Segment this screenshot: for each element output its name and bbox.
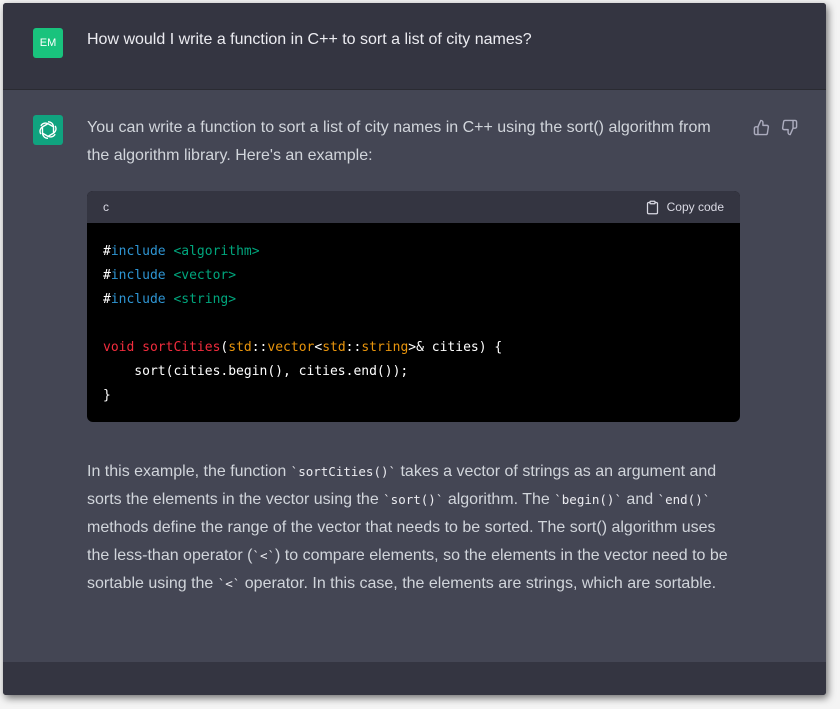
code-line: } <box>103 384 724 408</box>
explanation-text: In this example, the function <box>87 463 291 480</box>
openai-logo-icon <box>39 121 57 139</box>
code-token: :: <box>251 340 268 355</box>
explanation-text: algorithm. The <box>443 491 555 508</box>
inline-code: `<` <box>252 548 275 563</box>
thumbs-down-icon <box>781 119 797 135</box>
bottom-bar <box>3 662 826 695</box>
inline-code: `<` <box>217 576 241 591</box>
code-line: #include <vector> <box>103 264 724 288</box>
code-token: < <box>314 340 323 355</box>
explanation-text: operator. In this case, the elements are… <box>240 575 717 592</box>
inline-code: `begin()` <box>554 492 622 507</box>
code-line: #include <string> <box>103 288 724 312</box>
code-token: string <box>361 340 409 355</box>
code-token: # <box>103 268 111 283</box>
code-line: #include <algorithm> <box>103 240 724 264</box>
code-token: <vector> <box>165 268 237 283</box>
code-language-label: c <box>103 200 109 214</box>
copy-code-label: Copy code <box>666 200 724 214</box>
code-block: c Copy code #include <algorithm> #include… <box>87 191 740 422</box>
thumbs-up-icon <box>753 119 769 135</box>
code-token: include <box>110 292 166 307</box>
assistant-explanation: In this example, the function `sortCitie… <box>87 458 737 598</box>
code-token: vector <box>267 340 315 355</box>
code-token: include <box>110 244 166 259</box>
code-token: void <box>103 340 135 355</box>
clipboard-icon <box>646 200 658 214</box>
code-body: #include <algorithm> #include <vector> #in… <box>87 223 740 408</box>
chat-window: EM How would I write a function in C++ t… <box>3 3 826 695</box>
code-line: sort(cities.begin(), cities.end()); <box>103 360 724 384</box>
code-token: >& cities) { <box>408 340 503 355</box>
thumbs-down-button[interactable] <box>780 118 798 136</box>
copy-code-button[interactable]: Copy code <box>645 200 724 215</box>
code-token: include <box>110 268 166 283</box>
code-token: :: <box>345 340 362 355</box>
code-token: } <box>103 388 111 403</box>
assistant-avatar <box>33 115 63 145</box>
user-message-row: EM How would I write a function in C++ t… <box>3 3 826 90</box>
thumbs-up-button[interactable] <box>752 118 770 136</box>
user-question: How would I write a function in C++ to s… <box>87 31 532 48</box>
code-token: <algorithm> <box>165 244 260 259</box>
code-token: sort(cities.begin(), cities.end()); <box>103 364 409 379</box>
explanation-text: and <box>621 491 658 508</box>
assistant-message-row: You can write a function to sort a list … <box>3 90 826 662</box>
inline-code: `end()` <box>657 492 711 507</box>
code-token: sortCities <box>142 340 221 355</box>
code-token: # <box>103 292 111 307</box>
code-token: # <box>103 244 111 259</box>
assistant-intro: You can write a function to sort a list … <box>87 119 711 164</box>
code-token: <string> <box>165 292 237 307</box>
code-token: std <box>228 340 252 355</box>
code-line: void sortCities(std::vector<std::string>… <box>103 336 724 360</box>
inline-code: `sort()` <box>383 492 444 507</box>
inline-code: `sortCities()` <box>290 464 397 479</box>
code-block-header: c Copy code <box>87 191 740 223</box>
user-avatar: EM <box>33 28 63 58</box>
code-token: std <box>322 340 346 355</box>
